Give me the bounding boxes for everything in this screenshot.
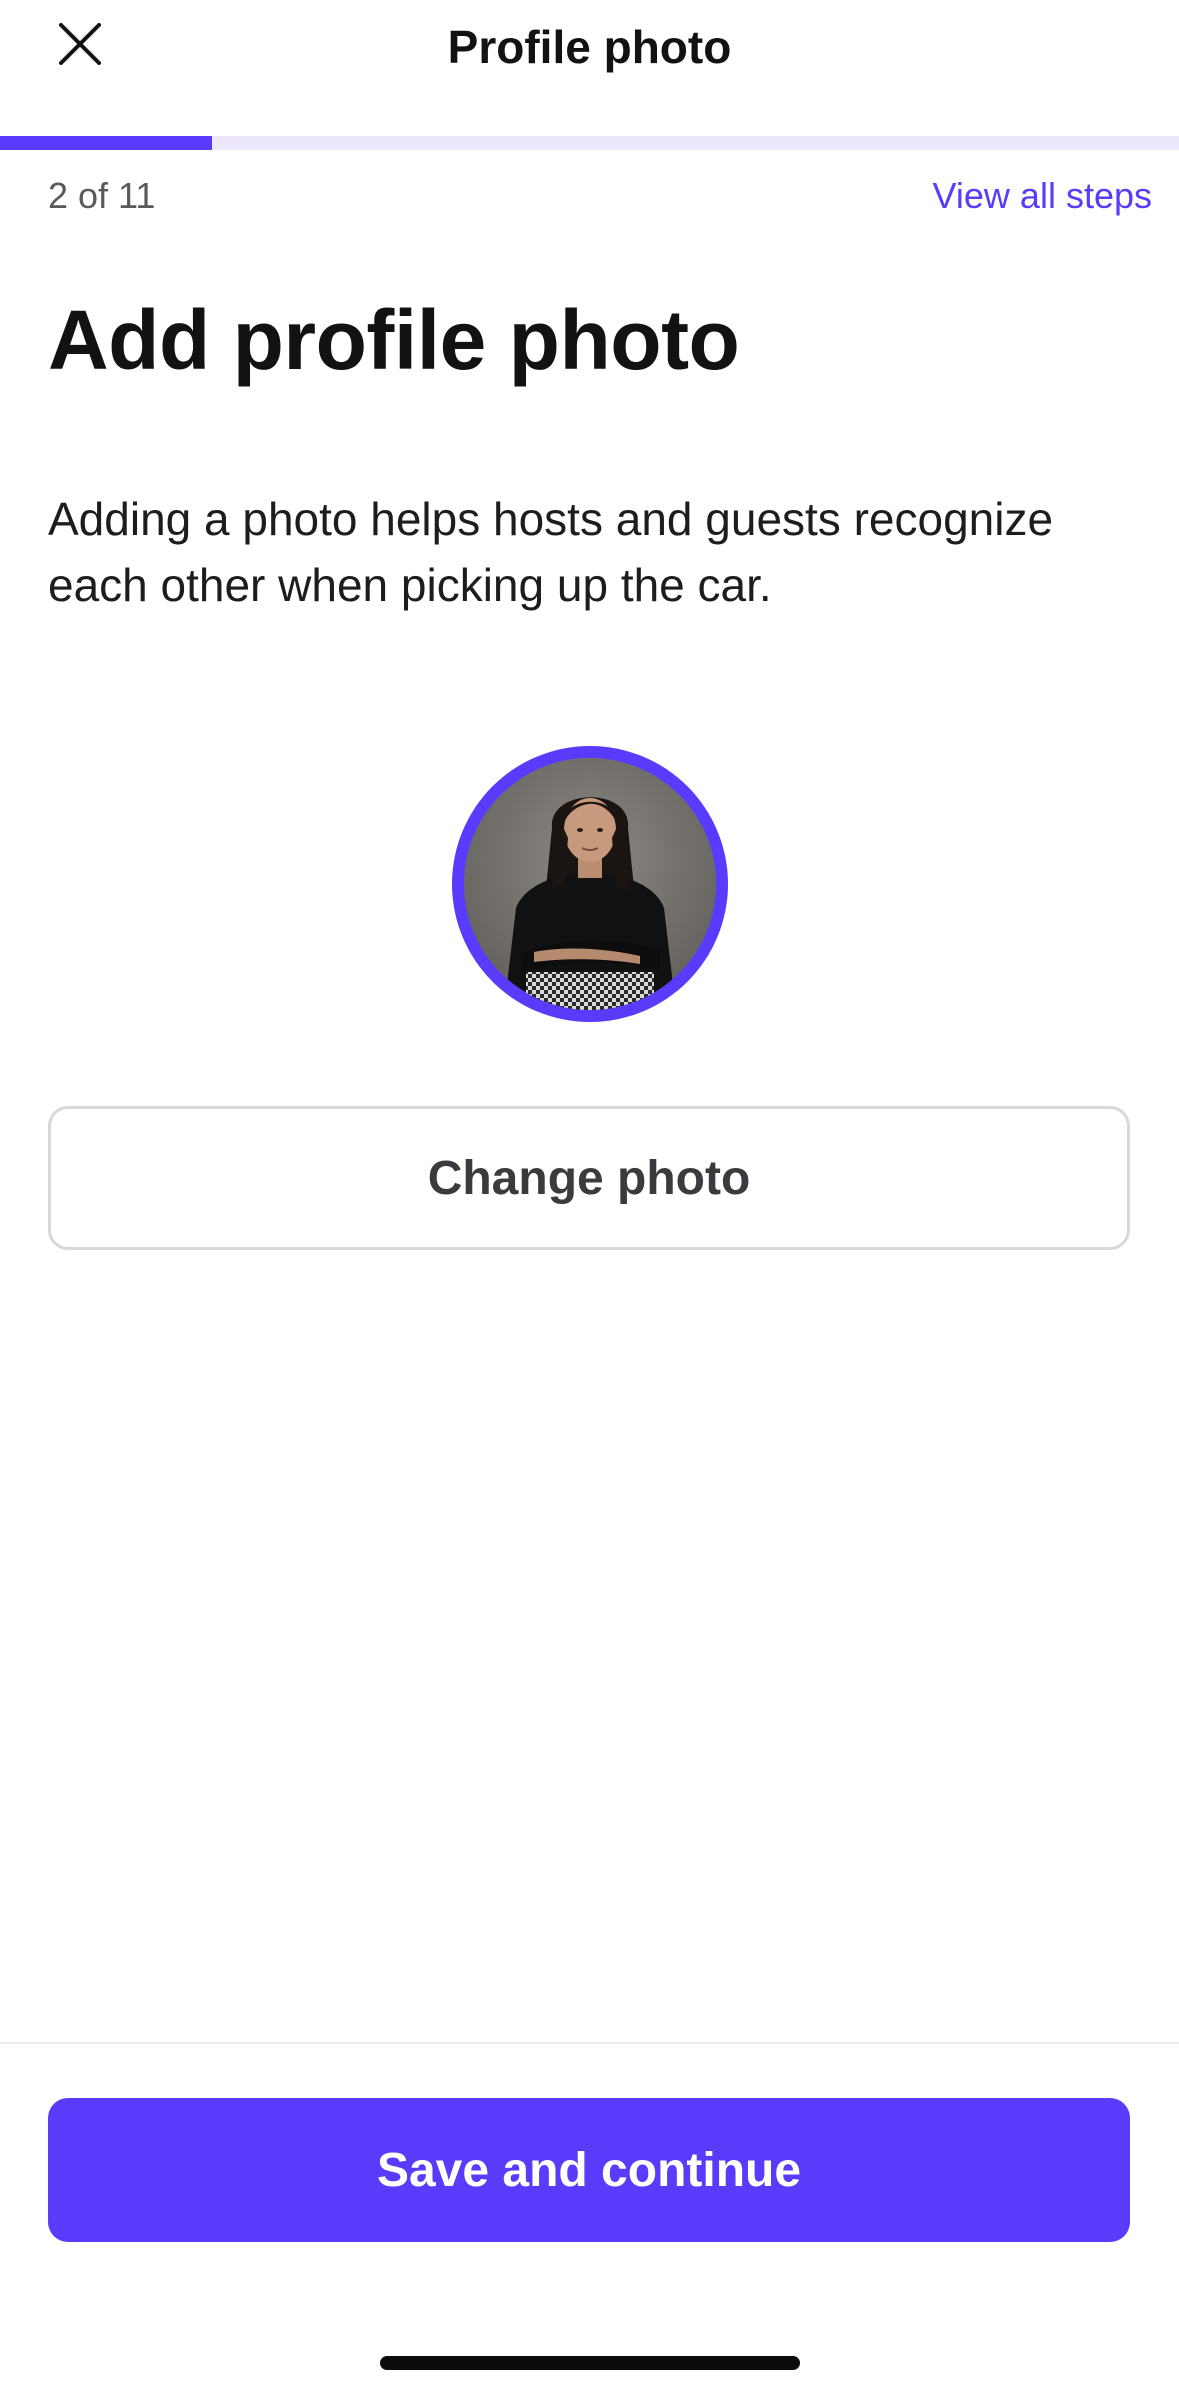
progress-bar-fill (0, 136, 213, 150)
header-title: Profile photo (447, 21, 732, 73)
view-all-steps-link[interactable]: View all steps (933, 172, 1152, 220)
change-photo-button[interactable]: Change photo (48, 1106, 1130, 1250)
home-indicator (380, 2356, 800, 2370)
step-counter: 2 of 11 (48, 175, 156, 216)
profile-photo-screen: Profile photo 2 of 11 View all steps Add… (0, 0, 1179, 2396)
progress-bar (0, 136, 1179, 150)
save-and-continue-button[interactable]: Save and continue (48, 2098, 1130, 2242)
page-title: Add profile photo (48, 293, 740, 387)
page-description: Adding a photo helps hosts and guests re… (48, 493, 1054, 611)
footer-divider (0, 2042, 1179, 2044)
profile-photo-image (464, 758, 716, 1010)
profile-avatar[interactable] (452, 746, 728, 1022)
